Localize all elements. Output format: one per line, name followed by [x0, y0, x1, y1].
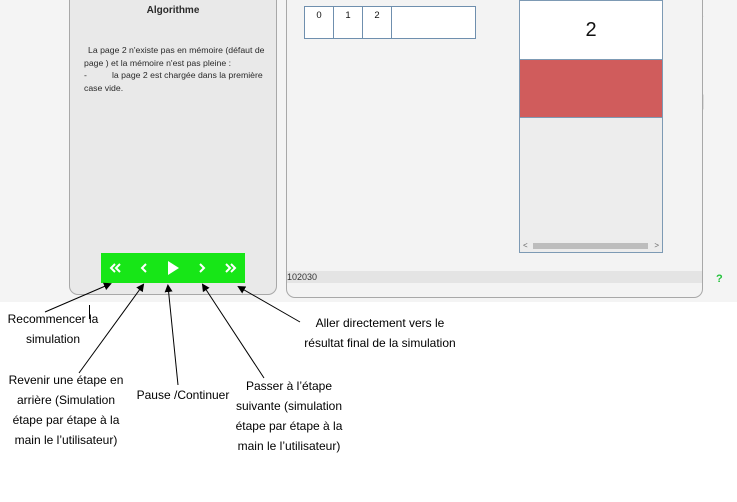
- annotation-arrows: [44, 282, 301, 386]
- arrow-next: [201, 283, 265, 379]
- arrow-end: [237, 286, 301, 323]
- arrow-previous: [78, 283, 145, 374]
- arrow-restart: [44, 282, 112, 313]
- arrow-pause: [164, 284, 179, 386]
